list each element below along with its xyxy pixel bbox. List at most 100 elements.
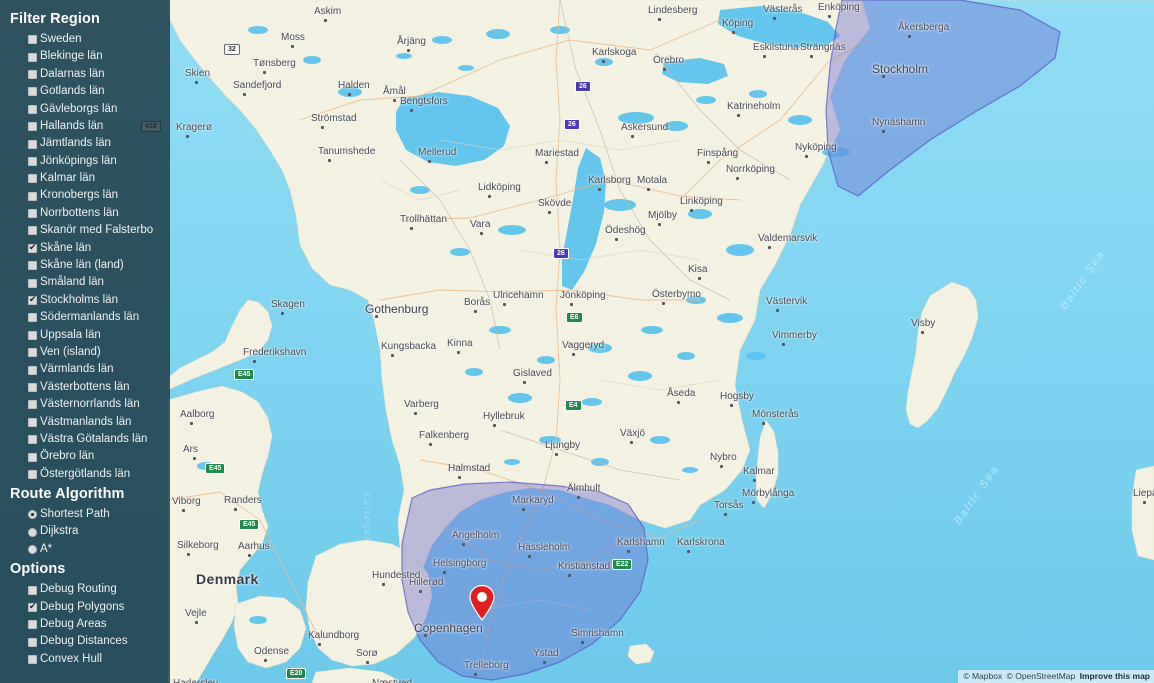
region-checkbox-label: Skåne län (land) bbox=[40, 259, 124, 272]
region-checkbox-label: Småland län bbox=[40, 276, 104, 289]
region-checkbox-label: Södermanlands län bbox=[40, 311, 140, 324]
route-algorithm-heading: Route Algorithm bbox=[10, 486, 125, 503]
checkbox-icon[interactable] bbox=[28, 620, 37, 630]
region-checkbox-norrbottens-l-n[interactable]: Norrbottens län bbox=[0, 205, 170, 222]
checkbox-icon[interactable] bbox=[28, 365, 37, 375]
route-algorithm-list: Shortest Path Dijkstra A* bbox=[0, 506, 170, 558]
checkbox-icon[interactable] bbox=[28, 469, 37, 479]
region-checkbox-label: Blekinge län bbox=[40, 50, 103, 63]
region-checkbox-label: Jönköpings län bbox=[40, 154, 117, 167]
radio-icon[interactable] bbox=[28, 510, 37, 520]
checkbox-icon[interactable] bbox=[28, 174, 37, 184]
checkbox-icon[interactable] bbox=[28, 242, 37, 253]
region-filter-list: Sweden Blekinge län Dalarnas län Gotlands l… bbox=[0, 31, 170, 483]
region-checkbox-j-mtlands-l-n[interactable]: Jämtlands län bbox=[0, 135, 170, 152]
region-checkbox-uppsala-l-n[interactable]: Uppsala län bbox=[0, 327, 170, 344]
radio-icon[interactable] bbox=[28, 545, 37, 555]
region-checkbox-dalarnas-l-n[interactable]: Dalarnas län bbox=[0, 66, 170, 83]
checkbox-icon[interactable] bbox=[28, 601, 37, 612]
region-checkbox-blekinge-l-n[interactable]: Blekinge län bbox=[0, 48, 170, 65]
checkbox-icon[interactable] bbox=[28, 52, 37, 62]
checkbox-icon[interactable] bbox=[28, 261, 37, 271]
attribution-mapbox[interactable]: © Mapbox bbox=[963, 671, 1002, 681]
region-checkbox-rebro-l-n[interactable]: Örebro län bbox=[0, 448, 170, 465]
map-canvas[interactable]: Stockholm Åkersberga Nynäshamn Västerås Enkö… bbox=[0, 0, 1154, 683]
checkbox-icon[interactable] bbox=[28, 35, 37, 45]
checkbox-icon[interactable] bbox=[28, 226, 37, 236]
checkbox-icon[interactable] bbox=[28, 122, 37, 132]
checkbox-icon[interactable] bbox=[28, 655, 37, 665]
option-checkbox-label: Debug Polygons bbox=[40, 600, 125, 613]
checkbox-icon[interactable] bbox=[28, 191, 37, 201]
option-checkbox-debug-routing[interactable]: Debug Routing bbox=[0, 581, 170, 598]
region-checkbox-label: Stockholms län bbox=[40, 293, 118, 306]
region-checkbox-label: Hallands län bbox=[40, 119, 104, 132]
region-checkbox-ven-island[interactable]: Ven (island) bbox=[0, 344, 170, 361]
region-checkbox-label: Jämtlands län bbox=[40, 137, 111, 150]
option-checkbox-label: Debug Routing bbox=[40, 583, 117, 596]
checkbox-icon[interactable] bbox=[28, 69, 37, 79]
map-attribution[interactable]: © Mapbox © OpenStreetMap Improve this ma… bbox=[958, 670, 1154, 683]
radio-icon[interactable] bbox=[28, 527, 37, 537]
map-geometry bbox=[0, 0, 1154, 683]
attribution-osm[interactable]: © OpenStreetMap bbox=[1007, 671, 1076, 681]
algorithm-radio-a[interactable]: A* bbox=[0, 541, 170, 558]
region-checkbox-v-rmlands-l-n[interactable]: Värmlands län bbox=[0, 361, 170, 378]
filter-region-heading: Filter Region bbox=[10, 11, 100, 27]
option-checkbox-convex-hull[interactable]: Convex Hull bbox=[0, 651, 170, 668]
checkbox-icon[interactable] bbox=[28, 585, 37, 595]
region-checkbox-label: Västmanlands län bbox=[40, 415, 132, 428]
checkbox-icon[interactable] bbox=[28, 104, 37, 114]
region-checkbox-skan-r-med-falsterbo[interactable]: Skanör med Falsterbo bbox=[0, 222, 170, 239]
option-checkbox-debug-distances[interactable]: Debug Distances bbox=[0, 634, 170, 651]
checkbox-icon[interactable] bbox=[28, 330, 37, 340]
region-checkbox-v-stmanlands-l-n[interactable]: Västmanlands län bbox=[0, 414, 170, 431]
region-checkbox-label: Kronobergs län bbox=[40, 189, 118, 202]
region-checkbox-label: Gävleborgs län bbox=[40, 102, 118, 115]
region-checkbox-hallands-l-n[interactable]: Hallands län bbox=[0, 118, 170, 135]
checkbox-icon[interactable] bbox=[28, 139, 37, 149]
region-checkbox-v-stra-g-talands-l-n[interactable]: Västra Götalands län bbox=[0, 431, 170, 448]
algorithm-radio-dijkstra[interactable]: Dijkstra bbox=[0, 524, 170, 541]
option-checkbox-label: Debug Areas bbox=[40, 618, 107, 631]
checkbox-icon[interactable] bbox=[28, 87, 37, 97]
algorithm-radio-label: Dijkstra bbox=[40, 525, 79, 538]
region-checkbox-v-sterbottens-l-n[interactable]: Västerbottens län bbox=[0, 379, 170, 396]
checkbox-icon[interactable] bbox=[28, 313, 37, 323]
checkbox-icon[interactable] bbox=[28, 637, 37, 647]
region-checkbox-label: Örebro län bbox=[40, 450, 95, 463]
algorithm-radio-shortest-path[interactable]: Shortest Path bbox=[0, 506, 170, 523]
region-checkbox-sk-ne-l-n[interactable]: Skåne län bbox=[0, 240, 170, 257]
region-checkbox-label: Västernorrlands län bbox=[40, 398, 140, 411]
region-checkbox-label: Ven (island) bbox=[40, 345, 101, 358]
checkbox-icon[interactable] bbox=[28, 435, 37, 445]
region-checkbox-sterg-tlands-l-n[interactable]: Östergötlands län bbox=[0, 466, 170, 483]
option-checkbox-debug-areas[interactable]: Debug Areas bbox=[0, 616, 170, 633]
region-checkbox-label: Skanör med Falsterbo bbox=[40, 224, 154, 237]
region-checkbox-sk-ne-l-n-land[interactable]: Skåne län (land) bbox=[0, 257, 170, 274]
option-checkbox-label: Convex Hull bbox=[40, 652, 102, 665]
checkbox-icon[interactable] bbox=[28, 383, 37, 392]
checkbox-icon[interactable] bbox=[28, 417, 37, 427]
region-checkbox-kalmar-l-n[interactable]: Kalmar län bbox=[0, 170, 170, 187]
region-checkbox-j-nk-pings-l-n[interactable]: Jönköpings län bbox=[0, 153, 170, 170]
region-checkbox-sweden[interactable]: Sweden bbox=[0, 31, 170, 48]
checkbox-icon[interactable] bbox=[28, 209, 37, 219]
checkbox-icon[interactable] bbox=[28, 156, 37, 166]
checkbox-icon[interactable] bbox=[28, 348, 37, 358]
checkbox-icon[interactable] bbox=[28, 400, 37, 410]
region-checkbox-label: Värmlands län bbox=[40, 363, 114, 376]
attribution-improve-link[interactable]: Improve this map bbox=[1080, 671, 1150, 681]
region-checkbox-kronobergs-l-n[interactable]: Kronobergs län bbox=[0, 188, 170, 205]
region-checkbox-label: Skåne län bbox=[40, 241, 92, 254]
region-checkbox-g-vleborgs-l-n[interactable]: Gävleborgs län bbox=[0, 101, 170, 118]
checkbox-icon[interactable] bbox=[28, 294, 37, 306]
region-checkbox-sm-land-l-n[interactable]: Småland län bbox=[0, 274, 170, 291]
checkbox-icon[interactable] bbox=[28, 452, 37, 462]
region-checkbox-gotlands-l-n[interactable]: Gotlands län bbox=[0, 83, 170, 100]
option-checkbox-debug-polygons[interactable]: Debug Polygons bbox=[0, 599, 170, 616]
region-checkbox-stockholms-l-n[interactable]: Stockholms län bbox=[0, 292, 170, 309]
region-checkbox-s-dermanlands-l-n[interactable]: Södermanlands län bbox=[0, 309, 170, 326]
checkbox-icon[interactable] bbox=[28, 278, 37, 288]
region-checkbox-v-sternorrlands-l-n[interactable]: Västernorrlands län bbox=[0, 396, 170, 413]
